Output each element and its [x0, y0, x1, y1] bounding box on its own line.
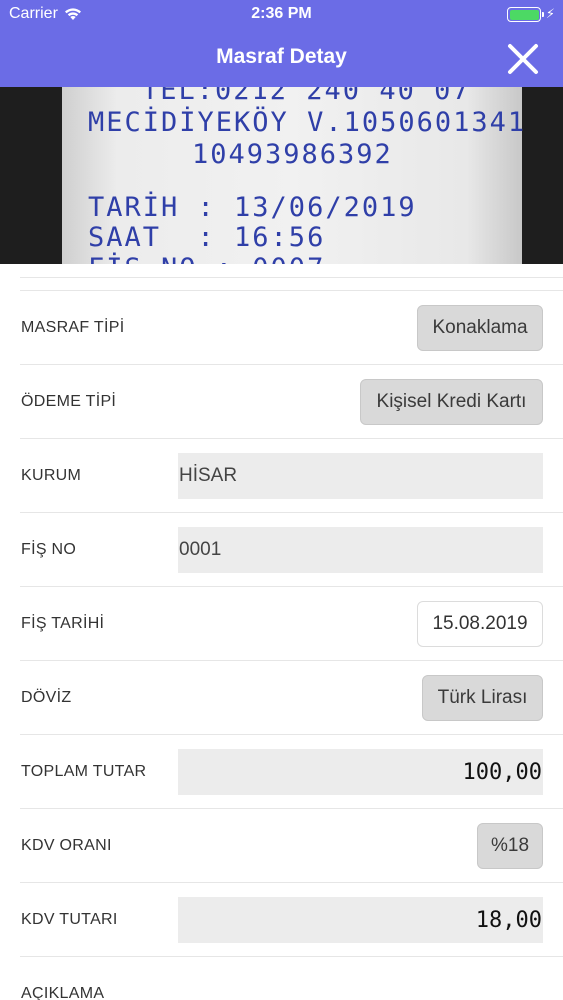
close-button[interactable]	[503, 40, 543, 80]
receipt-line: TEL:0212 240 40 07	[142, 87, 471, 106]
fis-no-input[interactable]: 0001	[178, 527, 543, 573]
doviz-label: DÖVİZ	[21, 689, 72, 706]
row-fis-tarihi: FİŞ TARİHİ 15.08.2019	[20, 586, 563, 660]
receipt-line: TARİH : 13/06/2019	[88, 192, 417, 223]
expense-form: MASRAF TİPİ Konaklama ÖDEME TİPİ Kişisel…	[0, 264, 563, 1000]
receipt-line: SAAT : 16:56	[88, 222, 326, 253]
battery-icon	[507, 7, 544, 22]
page-title: Masraf Detay	[216, 45, 347, 68]
row-kdv-tutari: KDV TUTARI 18,00	[20, 882, 563, 956]
battery-level	[509, 9, 539, 20]
fis-tarihi-date-picker[interactable]: 15.08.2019	[417, 601, 543, 647]
form-top-separator	[20, 277, 563, 290]
fis-tarihi-label: FİŞ TARİHİ	[21, 615, 105, 632]
row-kdv-orani: KDV ORANI %18	[20, 808, 563, 882]
row-fis-no: FİŞ NO 0001	[20, 512, 563, 586]
kdv-tutari-label: KDV TUTARI	[21, 911, 118, 928]
masraf-tipi-label: MASRAF TİPİ	[21, 319, 125, 336]
navigation-bar: Masraf Detay	[0, 30, 563, 87]
row-odeme-tipi: ÖDEME TİPİ Kişisel Kredi Kartı	[20, 364, 563, 438]
kurum-input[interactable]: HİSAR	[178, 453, 543, 499]
kdv-orani-label: KDV ORANI	[21, 837, 112, 854]
fis-no-label: FİŞ NO	[21, 541, 77, 558]
row-kurum: KURUM HİSAR	[20, 438, 563, 512]
row-toplam-tutar: TOPLAM TUTAR 100,00	[20, 734, 563, 808]
receipt-line: 10493986392	[192, 139, 393, 170]
status-time: 2:36 PM	[251, 5, 312, 22]
kdv-tutari-input[interactable]: 18,00	[178, 897, 543, 943]
row-doviz: DÖVİZ Türk Lirası	[20, 660, 563, 734]
status-bar: Carrier 2:36 PM ⚡	[0, 0, 563, 30]
row-aciklama: AÇIKLAMA	[20, 956, 563, 1000]
charging-bolt-icon: ⚡	[545, 6, 555, 21]
doviz-selector[interactable]: Türk Lirası	[422, 675, 543, 721]
receipt-image[interactable]: TEL:0212 240 40 07 MECİDİYEKÖY V.1050601…	[0, 87, 563, 264]
close-icon	[508, 44, 538, 74]
kurum-label: KURUM	[21, 467, 82, 484]
odeme-tipi-label: ÖDEME TİPİ	[21, 393, 117, 410]
battery-cap	[541, 12, 544, 17]
receipt-line: MECİDİYEKÖY V.1050601341	[88, 107, 527, 138]
kdv-orani-selector[interactable]: %18	[477, 823, 543, 869]
receipt-line: FİŞ NO : 0007	[88, 255, 325, 264]
toplam-tutar-label: TOPLAM TUTAR	[21, 763, 147, 780]
odeme-tipi-selector[interactable]: Kişisel Kredi Kartı	[360, 379, 543, 425]
toplam-tutar-input[interactable]: 100,00	[178, 749, 543, 795]
row-masraf-tipi: MASRAF TİPİ Konaklama	[20, 290, 563, 364]
aciklama-label: AÇIKLAMA	[21, 985, 105, 1000]
masraf-tipi-selector[interactable]: Konaklama	[417, 305, 543, 351]
